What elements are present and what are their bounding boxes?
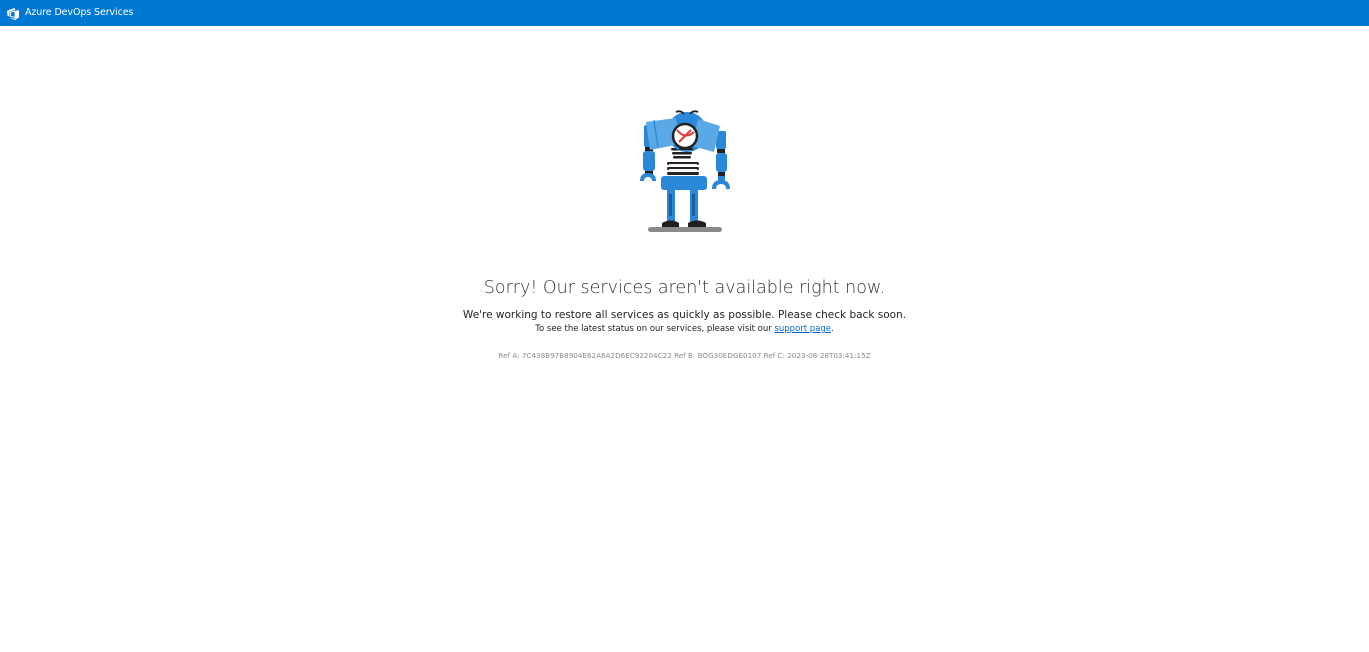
sad-robot-illustration — [636, 104, 736, 236]
top-header-bar: Azure DevOps Services — [0, 0, 1369, 26]
status-suffix: . — [831, 324, 834, 334]
azure-devops-icon — [6, 6, 20, 20]
error-message: We're working to restore all services as… — [462, 309, 907, 321]
error-title: Sorry! Our services aren't available rig… — [483, 278, 886, 298]
status-prefix: To see the latest status on our services… — [535, 324, 775, 334]
reference-ids: Ref A: 7C438B97B8904E62A6A2D6EC92204C22 … — [498, 351, 871, 360]
azure-devops-home-link[interactable]: Azure DevOps Services — [6, 0, 133, 26]
support-page-link[interactable]: support page — [774, 324, 831, 334]
error-page-content: Sorry! Our services aren't available rig… — [0, 26, 1369, 652]
brand-name: Azure DevOps Services — [25, 7, 134, 18]
status-message: To see the latest status on our services… — [0, 324, 1369, 334]
